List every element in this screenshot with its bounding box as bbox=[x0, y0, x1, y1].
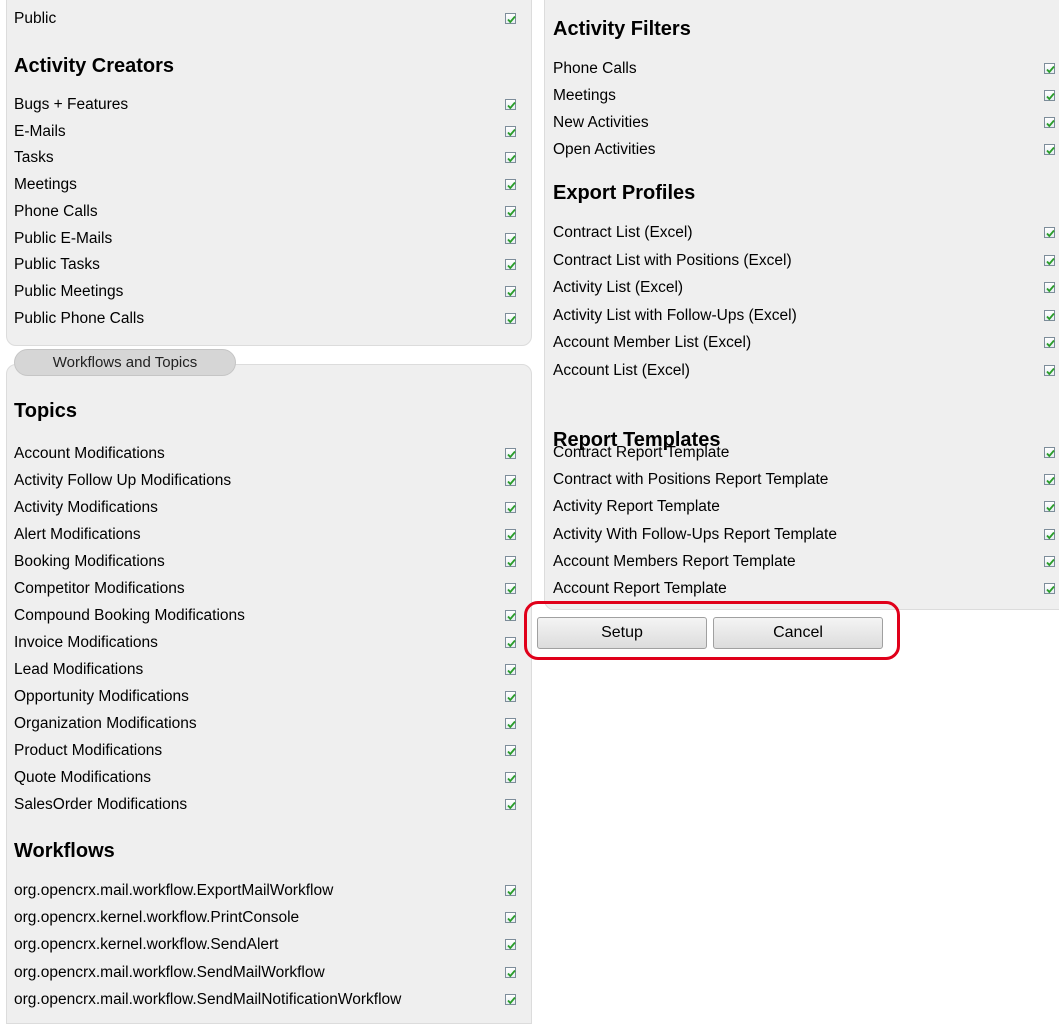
topic-checkbox[interactable] bbox=[505, 475, 516, 486]
topics-title: Topics bbox=[14, 400, 77, 422]
activity-creator-label: E-Mails bbox=[14, 122, 66, 140]
topic-checkbox[interactable] bbox=[505, 502, 516, 513]
topic-checkbox[interactable] bbox=[505, 799, 516, 810]
workflow-label: org.opencrx.mail.workflow.SendMailWorkfl… bbox=[14, 963, 325, 981]
workflow-checkbox[interactable] bbox=[505, 993, 516, 1005]
activity-filter-label: Phone Calls bbox=[553, 60, 637, 77]
export-profile-checkbox[interactable] bbox=[1044, 309, 1055, 321]
export-profile-checkbox[interactable] bbox=[1044, 364, 1055, 376]
export-profile-label: Activity List with Follow-Ups (Excel) bbox=[553, 306, 797, 324]
topic-label: Compound Booking Modifications bbox=[14, 607, 245, 624]
topic-label: Account Modifications bbox=[14, 445, 165, 462]
report-template-label: Contract Report Template bbox=[553, 444, 730, 461]
workflow-checkbox[interactable] bbox=[505, 966, 516, 978]
activity-creator-checkbox[interactable] bbox=[505, 205, 516, 217]
topic-label: Organization Modifications bbox=[14, 715, 197, 732]
topic-label: Activity Follow Up Modifications bbox=[14, 472, 232, 489]
topic-label: Booking Modifications bbox=[14, 553, 165, 570]
activity-creator-checkbox[interactable] bbox=[505, 99, 516, 110]
topic-checkbox[interactable] bbox=[505, 610, 516, 621]
export-profile-label: Activity List (Excel) bbox=[553, 279, 684, 296]
activity-creator-label: Bugs + Features bbox=[14, 96, 129, 113]
report-template-label: Account Report Template bbox=[553, 580, 727, 597]
export-profile-label: Account Member List (Excel) bbox=[553, 334, 752, 351]
topic-label: Competitor Modifications bbox=[14, 580, 185, 597]
workflow-label: org.opencrx.mail.workflow.ExportMailWork… bbox=[14, 882, 334, 899]
activity-creator-checkbox[interactable] bbox=[505, 285, 516, 297]
topic-checkbox[interactable] bbox=[505, 637, 516, 648]
report-template-checkbox[interactable] bbox=[1044, 555, 1055, 567]
activity-creator-label: Meetings bbox=[14, 176, 77, 194]
activity-filter-label: Open Activities bbox=[553, 141, 656, 158]
report-template-label: Activity Report Template bbox=[553, 498, 720, 516]
topic-checkbox[interactable] bbox=[505, 772, 516, 783]
export-profile-checkbox[interactable] bbox=[1044, 337, 1055, 348]
workflows-title: Workflows bbox=[14, 840, 115, 862]
export-profile-label: Contract List (Excel) bbox=[553, 224, 693, 241]
topic-checkbox[interactable] bbox=[505, 448, 516, 459]
topic-label: Quote Modifications bbox=[14, 769, 151, 786]
topic-checkbox[interactable] bbox=[505, 583, 516, 594]
topic-checkbox[interactable] bbox=[505, 529, 516, 540]
topic-checkbox[interactable] bbox=[505, 556, 516, 567]
report-template-checkbox[interactable] bbox=[1044, 501, 1055, 513]
export-profile-checkbox[interactable] bbox=[1044, 254, 1055, 266]
workflow-checkbox[interactable] bbox=[505, 939, 516, 951]
report-template-checkbox[interactable] bbox=[1044, 583, 1055, 594]
activity-creator-label: Public Phone Calls bbox=[14, 309, 145, 327]
report-template-label: Activity With Follow-Ups Report Template bbox=[553, 525, 837, 543]
public-row-label: Public bbox=[14, 10, 57, 27]
workflow-label: org.opencrx.mail.workflow.SendMailNotifi… bbox=[14, 990, 402, 1008]
topic-label: Invoice Modifications bbox=[14, 634, 158, 651]
export-profile-label: Contract List with Positions (Excel) bbox=[553, 251, 792, 269]
tab-workflows-and-topics[interactable]: Workflows and Topics bbox=[14, 349, 236, 376]
report-template-label: Account Members Report Template bbox=[553, 552, 796, 570]
topic-checkbox[interactable] bbox=[505, 691, 516, 702]
activity-creator-label: Tasks bbox=[14, 149, 54, 167]
topic-label: Lead Modifications bbox=[14, 661, 144, 678]
export-profile-checkbox[interactable] bbox=[1044, 282, 1055, 293]
activity-filter-checkbox[interactable] bbox=[1044, 144, 1055, 155]
highlight-annotation bbox=[524, 601, 900, 660]
report-template-label: Contract with Positions Report Template bbox=[553, 471, 829, 489]
topic-checkbox[interactable] bbox=[505, 718, 516, 729]
workflow-checkbox[interactable] bbox=[505, 885, 516, 896]
topic-label: SalesOrder Modifications bbox=[14, 796, 188, 813]
export-profiles-title: Export Profiles bbox=[553, 182, 696, 204]
activity-filters-title: Activity Filters bbox=[553, 18, 691, 40]
public-row-checkbox[interactable] bbox=[505, 13, 516, 24]
activity-creator-checkbox[interactable] bbox=[505, 152, 516, 164]
workflow-label: org.opencrx.kernel.workflow.PrintConsole bbox=[14, 909, 300, 927]
activity-creators-title: Activity Creators bbox=[14, 55, 175, 77]
activity-filter-label: New Activities bbox=[553, 114, 649, 131]
activity-filter-checkbox[interactable] bbox=[1044, 90, 1055, 101]
activity-creator-checkbox[interactable] bbox=[505, 259, 516, 271]
workflow-label: org.opencrx.kernel.workflow.SendAlert bbox=[14, 936, 279, 954]
export-profile-label: Account List (Excel) bbox=[553, 361, 690, 379]
activity-creator-checkbox[interactable] bbox=[505, 125, 516, 137]
report-template-checkbox[interactable] bbox=[1044, 528, 1055, 540]
topic-label: Activity Modifications bbox=[14, 499, 158, 516]
workflow-checkbox[interactable] bbox=[505, 912, 516, 924]
activity-creator-checkbox[interactable] bbox=[505, 232, 516, 244]
activity-filter-checkbox[interactable] bbox=[1044, 63, 1055, 74]
activity-creator-label: Phone Calls bbox=[14, 202, 98, 220]
activity-creator-label: Public E-Mails bbox=[14, 229, 113, 247]
report-template-checkbox[interactable] bbox=[1044, 447, 1055, 458]
report-template-checkbox[interactable] bbox=[1044, 474, 1055, 486]
activity-creator-label: Public Meetings bbox=[14, 282, 124, 300]
topic-checkbox[interactable] bbox=[505, 664, 516, 675]
topic-label: Product Modifications bbox=[14, 742, 163, 759]
activity-creator-checkbox[interactable] bbox=[505, 312, 516, 324]
activity-creator-label: Public Tasks bbox=[14, 256, 100, 274]
activity-creator-checkbox[interactable] bbox=[505, 179, 516, 191]
activity-filter-label: Meetings bbox=[553, 87, 616, 104]
topic-label: Alert Modifications bbox=[14, 526, 141, 543]
export-profile-checkbox[interactable] bbox=[1044, 227, 1055, 238]
topic-label: Opportunity Modifications bbox=[14, 688, 189, 705]
topic-checkbox[interactable] bbox=[505, 745, 516, 756]
activity-filter-checkbox[interactable] bbox=[1044, 117, 1055, 128]
